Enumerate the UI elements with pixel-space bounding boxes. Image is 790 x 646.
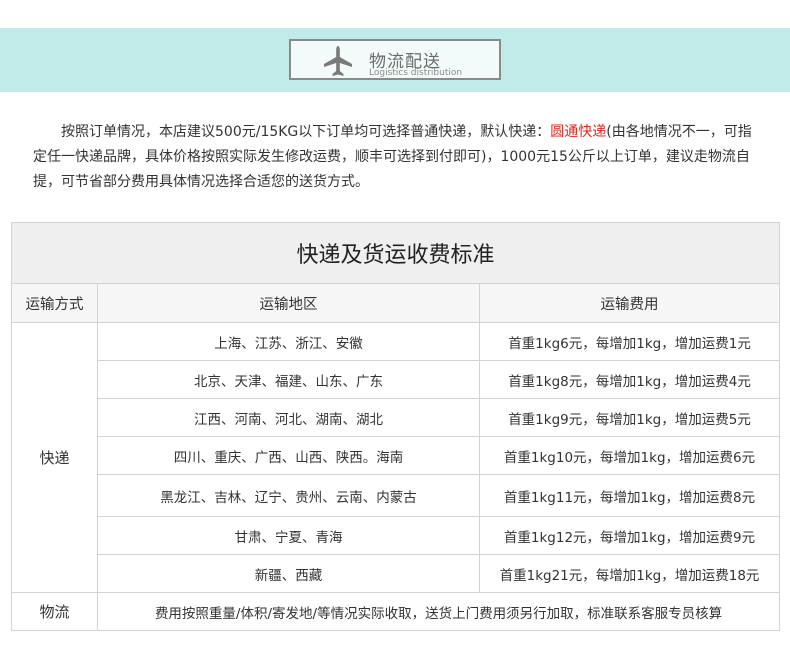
method-logistics: 物流: [11, 592, 98, 631]
header-method: 运输方式: [11, 283, 98, 323]
header-region: 运输地区: [97, 283, 480, 323]
default-courier: 圆通快递: [550, 124, 607, 140]
region-cell: 江西、河南、河北、湖南、湖北: [97, 398, 480, 437]
fee-cell: 首重1kg11元，每增加1kg，增加运费8元: [478, 474, 781, 517]
table-row: 四川、重庆、广西、山西、陕西。海南 首重1kg10元，每增加1kg，增加运费6元: [12, 436, 781, 475]
method-express: 快递: [11, 322, 98, 593]
fee-cell: 首重1kg12元，每增加1kg，增加运费9元: [478, 516, 781, 555]
table-row: 甘肃、宁夏、青海 首重1kg12元，每增加1kg，增加运费9元: [12, 516, 781, 555]
region-cell: 新疆、西藏: [97, 554, 480, 593]
table-title: 快递及货运收费标准: [10, 222, 781, 284]
fee-cell: 首重1kg6元，每增加1kg，增加运费1元: [478, 322, 781, 361]
table-row: 新疆、西藏 首重1kg21元，每增加1kg，增加运费18元: [12, 554, 781, 593]
shipping-fee-table: 快递及货运收费标准 运输方式 运输地区 运输费用 快递 上海、江苏、浙江、安徽 …: [10, 222, 781, 631]
region-cell: 北京、天津、福建、山东、广东: [97, 360, 480, 399]
table-row: 物流 费用按照重量/体积/寄发地/等情况实际收取，送货上门费用须另行加取，标准联…: [11, 592, 781, 631]
intro-paragraph: 按照订单情况，本店建议500元/15KG以下订单均可选择普通快递，默认快递：圆通…: [33, 120, 758, 195]
header-fee: 运输费用: [478, 283, 781, 323]
fee-cell: 首重1kg10元，每增加1kg，增加运费6元: [478, 436, 781, 475]
fee-cell: 首重1kg9元，每增加1kg，增加运费5元: [478, 398, 781, 437]
table-row: 黑龙江、吉林、辽宁、贵州、云南、内蒙古 首重1kg11元，每增加1kg，增加运费…: [12, 474, 781, 517]
intro-prefix: 按照订单情况，本店建议500元/15KG以下订单均可选择普通快递，默认快递：: [61, 124, 551, 140]
table-row: 快递 上海、江苏、浙江、安徽 首重1kg6元，每增加1kg，增加运费1元: [11, 322, 781, 593]
badge-subtitle: Logistics distribution: [369, 68, 463, 78]
region-cell: 上海、江苏、浙江、安徽: [97, 322, 480, 361]
table-row: 江西、河南、河北、湖南、湖北 首重1kg9元，每增加1kg，增加运费5元: [12, 398, 781, 437]
airplane-icon: [324, 46, 352, 76]
region-cell: 四川、重庆、广西、山西、陕西。海南: [97, 436, 480, 475]
logistics-note: 费用按照重量/体积/寄发地/等情况实际收取，送货上门费用须另行加取，标准联系客服…: [96, 592, 781, 631]
region-cell: 甘肃、宁夏、青海: [97, 516, 480, 555]
fee-cell: 首重1kg21元，每增加1kg，增加运费18元: [478, 554, 781, 593]
table-row: 北京、天津、福建、山东、广东 首重1kg8元，每增加1kg，增加运费4元: [12, 360, 781, 399]
fee-cell: 首重1kg8元，每增加1kg，增加运费4元: [478, 360, 781, 399]
section-badge: 物流配送 Logistics distribution: [289, 39, 501, 80]
region-cell: 黑龙江、吉林、辽宁、贵州、云南、内蒙古: [97, 474, 480, 517]
